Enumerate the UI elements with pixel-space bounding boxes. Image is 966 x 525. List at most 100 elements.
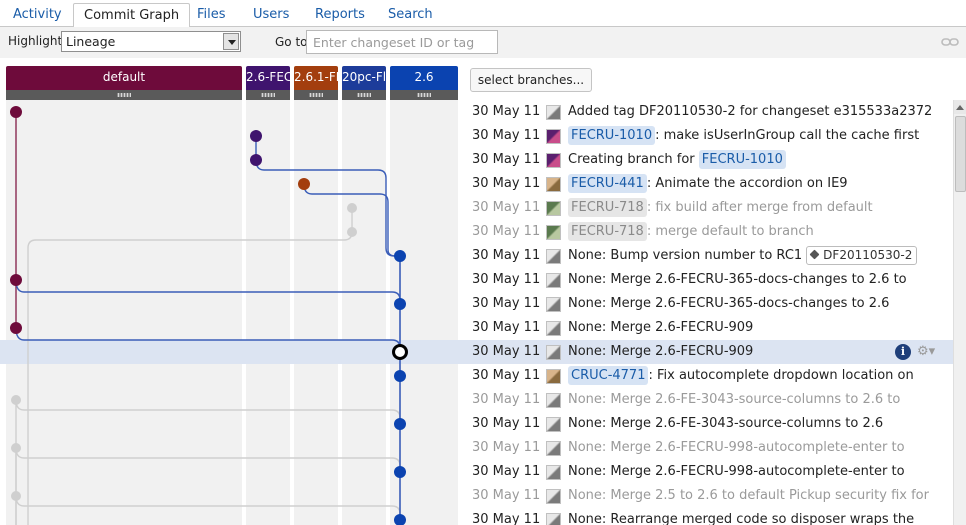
commit-graph bbox=[0, 100, 459, 525]
issue-key-link[interactable]: FECRU-718 bbox=[568, 222, 647, 241]
commit-row[interactable]: 30 May 11 None: Merge 2.6-FECRU-365-docs-… bbox=[459, 268, 953, 292]
commit-row[interactable]: 30 May 11 None: Bump version number to RC… bbox=[459, 244, 953, 268]
issue-key-link[interactable]: FECRU-718 bbox=[568, 198, 647, 217]
commit-node[interactable] bbox=[394, 418, 406, 430]
tab-users[interactable]: Users bbox=[253, 3, 289, 28]
commit-row[interactable]: 30 May 11 None: Merge 2.6-FECRU-998-autoc… bbox=[459, 460, 953, 484]
commit-node[interactable] bbox=[10, 274, 22, 286]
commit-message-text: None: Rearrange merged code so disposer … bbox=[568, 512, 915, 525]
avatar[interactable] bbox=[546, 177, 561, 192]
scroll-thumb[interactable] bbox=[955, 116, 966, 192]
avatar[interactable] bbox=[546, 489, 561, 504]
avatar[interactable] bbox=[546, 441, 561, 456]
commit-node[interactable] bbox=[394, 466, 406, 478]
avatar[interactable] bbox=[546, 201, 561, 216]
avatar[interactable] bbox=[546, 393, 561, 408]
commit-row[interactable]: 30 May 11 None: Merge 2.6-FECRU-909 bbox=[459, 316, 953, 340]
tab-commit-graph[interactable]: Commit Graph bbox=[73, 3, 191, 28]
tag-label[interactable]: DF20110530-2 bbox=[806, 246, 918, 265]
drag-handle-icon[interactable] bbox=[294, 90, 338, 100]
issue-key-link[interactable]: FECRU-1010 bbox=[568, 126, 656, 145]
gear-icon[interactable]: ⚙▾ bbox=[917, 344, 943, 360]
commit-row[interactable]: 30 May 11 FECRU-718: merge default to bra… bbox=[459, 220, 953, 244]
avatar[interactable] bbox=[546, 249, 561, 264]
commit-row[interactable]: 30 May 11 None: Merge 2.5 to 2.6 to defau… bbox=[459, 484, 953, 508]
avatar[interactable] bbox=[546, 273, 561, 288]
commit-date: 30 May 11 bbox=[472, 104, 541, 119]
issue-key-link[interactable]: FECRU-1010 bbox=[698, 150, 786, 169]
tab-files[interactable]: Files bbox=[197, 3, 226, 28]
commit-node[interactable] bbox=[11, 443, 21, 453]
commit-node[interactable] bbox=[11, 395, 21, 405]
branch-header-2-6-1-fi[interactable]: 2.6.1-FI bbox=[294, 66, 338, 100]
dropdown-arrow-icon[interactable] bbox=[223, 33, 239, 50]
avatar[interactable] bbox=[546, 465, 561, 480]
avatar[interactable] bbox=[546, 225, 561, 240]
goto-changeset-input[interactable] bbox=[306, 30, 498, 54]
commit-message: CRUC-4771: Fix autocomplete dropdown loc… bbox=[568, 364, 914, 388]
commit-row[interactable]: 30 May 11 None: Merge 2.6-FECRU-909 i ⚙▾ bbox=[459, 340, 953, 364]
commit-node[interactable] bbox=[250, 154, 262, 166]
branch-name: 2.6.1-FI bbox=[294, 70, 338, 84]
avatar[interactable] bbox=[546, 153, 561, 168]
tab-search[interactable]: Search bbox=[388, 3, 433, 28]
commit-date: 30 May 11 bbox=[472, 464, 541, 479]
commit-node[interactable] bbox=[347, 203, 357, 213]
drag-handle-icon[interactable] bbox=[342, 90, 386, 100]
branch-header-20pc-fl[interactable]: 20pc-Fl bbox=[342, 66, 386, 100]
commit-row[interactable]: 30 May 11 Creating branch for FECRU-1010 bbox=[459, 148, 953, 172]
issue-key-link[interactable]: FECRU-441 bbox=[568, 174, 647, 193]
avatar[interactable] bbox=[546, 513, 561, 525]
commit-date: 30 May 11 bbox=[472, 368, 541, 383]
commit-row[interactable]: 30 May 11 None: Merge 2.6-FECRU-998-autoc… bbox=[459, 436, 953, 460]
commit-row[interactable]: 30 May 11 CRUC-4771: Fix autocomplete dro… bbox=[459, 364, 953, 388]
commit-node[interactable] bbox=[10, 322, 22, 334]
commit-message-text: None: Merge 2.6-FE-3043-source-columns t… bbox=[568, 416, 884, 431]
commit-node[interactable] bbox=[11, 491, 21, 501]
tab-activity[interactable]: Activity bbox=[13, 3, 62, 28]
avatar[interactable] bbox=[546, 129, 561, 144]
commit-date: 30 May 11 bbox=[472, 296, 541, 311]
commit-row[interactable]: 30 May 11 None: Merge 2.6-FECRU-365-docs-… bbox=[459, 292, 953, 316]
select-branches-button[interactable]: select branches... bbox=[470, 68, 592, 92]
commit-node[interactable] bbox=[10, 106, 22, 118]
commit-date: 30 May 11 bbox=[472, 344, 541, 359]
commit-row[interactable]: 30 May 11 Added tag DF20110530-2 for chan… bbox=[459, 100, 953, 124]
commit-node[interactable] bbox=[394, 298, 406, 310]
list-scrollbar[interactable] bbox=[953, 100, 966, 525]
avatar[interactable] bbox=[546, 297, 561, 312]
commit-node[interactable] bbox=[250, 130, 262, 142]
highlight-select[interactable]: Lineage bbox=[61, 31, 241, 52]
commit-node[interactable] bbox=[347, 227, 357, 237]
commit-row[interactable]: 30 May 11 None: Merge 2.6-FE-3043-source-… bbox=[459, 412, 953, 436]
avatar[interactable] bbox=[546, 345, 561, 360]
commit-node-selected[interactable] bbox=[392, 344, 408, 360]
scroll-up-arrow-icon[interactable] bbox=[954, 100, 966, 114]
avatar[interactable] bbox=[546, 321, 561, 336]
commit-row[interactable]: 30 May 11 None: Rearrange merged code so … bbox=[459, 508, 953, 525]
branch-header-2-6-fec[interactable]: 2.6-FEC bbox=[246, 66, 290, 100]
info-icon[interactable]: i bbox=[895, 344, 911, 360]
avatar[interactable] bbox=[546, 369, 561, 384]
commit-message-text: None: Merge 2.6-FECRU-909 bbox=[568, 320, 754, 335]
commit-node[interactable] bbox=[394, 250, 406, 262]
drag-handle-icon[interactable] bbox=[390, 90, 458, 100]
drag-handle-icon[interactable] bbox=[6, 90, 242, 100]
commit-node[interactable] bbox=[394, 370, 406, 382]
commit-message: FECRU-718: merge default to branch bbox=[568, 220, 814, 244]
commit-node[interactable] bbox=[298, 178, 310, 190]
commit-row[interactable]: 30 May 11 None: Merge 2.6-FE-3043-source-… bbox=[459, 388, 953, 412]
branch-header-2-6[interactable]: 2.6 bbox=[390, 66, 458, 100]
commit-row[interactable]: 30 May 11 FECRU-1010: make isUserInGroup … bbox=[459, 124, 953, 148]
branch-header-default[interactable]: default bbox=[6, 66, 242, 100]
issue-key-link[interactable]: CRUC-4771 bbox=[568, 366, 649, 385]
commit-row[interactable]: 30 May 11 FECRU-441: Animate the accordio… bbox=[459, 172, 953, 196]
avatar[interactable] bbox=[546, 417, 561, 432]
commit-message: Creating branch for FECRU-1010 bbox=[568, 148, 786, 172]
tab-reports[interactable]: Reports bbox=[315, 3, 365, 28]
link-icon[interactable] bbox=[941, 37, 959, 47]
drag-handle-icon[interactable] bbox=[246, 90, 290, 100]
commit-message: None: Merge 2.6-FECRU-365-docs-changes t… bbox=[568, 292, 889, 316]
commit-row[interactable]: 30 May 11 FECRU-718: fix build after merg… bbox=[459, 196, 953, 220]
avatar[interactable] bbox=[546, 105, 561, 120]
